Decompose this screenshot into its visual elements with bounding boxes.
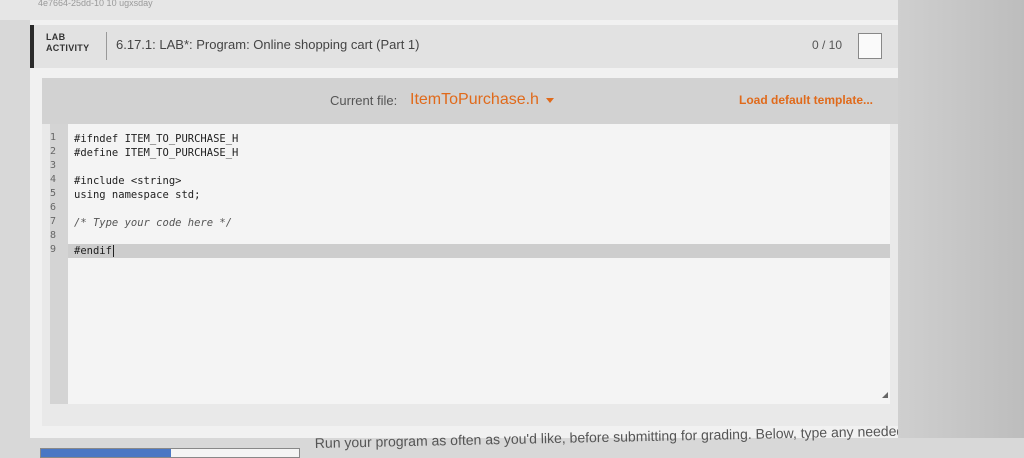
line-number: 1: [49, 132, 56, 143]
code-line-active[interactable]: 9 #endif: [50, 244, 890, 258]
header-divider: [106, 32, 107, 60]
score-text: 0 / 10: [812, 38, 843, 52]
line-number: 5: [49, 188, 56, 199]
code-line-text: #include <string>: [74, 175, 182, 187]
line-number: 7: [49, 216, 56, 227]
code-editor-panel: Current file: ItemToPurchase.h Load defa…: [42, 78, 902, 426]
lab-title: 6.17.1: LAB*: Program: Online shopping c…: [116, 37, 420, 52]
right-shadow-area: [898, 0, 1024, 438]
code-line-text: /* Type your code here */: [74, 217, 233, 229]
code-line-text: #ifndef ITEM_TO_PURCHASE_H: [74, 133, 239, 145]
line-number: 2: [49, 146, 56, 157]
lab-activity-card: LAB ACTIVITY 6.17.1: LAB*: Program: Onli…: [30, 20, 904, 458]
line-number: 8: [49, 230, 56, 241]
code-line-text: #endif: [68, 244, 114, 258]
lab-tag-line1: LAB: [46, 32, 66, 42]
lab-activity-tag: LAB ACTIVITY: [46, 32, 89, 54]
code-line[interactable]: 2 #define ITEM_TO_PURCHASE_H: [50, 146, 890, 160]
instructions-text: Run your program as often as you'd like,…: [314, 422, 905, 451]
line-number: 4: [49, 174, 56, 185]
code-line[interactable]: 4 #include <string>: [50, 174, 890, 188]
lab-tag-line2: ACTIVITY: [46, 43, 90, 53]
code-input[interactable]: 1 #ifndef ITEM_TO_PURCHASE_H 2 #define I…: [50, 124, 890, 404]
line-number: 9: [49, 244, 56, 255]
current-file-label: Current file:: [330, 93, 398, 108]
lab-header: LAB ACTIVITY 6.17.1: LAB*: Program: Onli…: [30, 25, 898, 68]
current-file-dropdown[interactable]: ItemToPurchase.h: [410, 91, 539, 109]
code-line[interactable]: 7 /* Type your code here */: [50, 216, 890, 230]
id-text: 4e7664-25dd-10 10 ugxsday: [38, 0, 153, 8]
code-line-text: using namespace std;: [74, 189, 201, 201]
code-line[interactable]: 1 #ifndef ITEM_TO_PURCHASE_H: [50, 132, 890, 146]
bottom-button-segment: [171, 449, 299, 457]
chevron-down-icon[interactable]: [546, 98, 554, 103]
code-line-content: #endif: [74, 245, 112, 257]
line-number: 6: [49, 202, 56, 213]
code-line[interactable]: 5 using namespace std;: [50, 188, 890, 202]
text-cursor: [112, 245, 114, 257]
code-line[interactable]: 3: [50, 160, 890, 174]
line-number: 3: [49, 160, 56, 171]
code-line[interactable]: 6: [50, 202, 890, 216]
code-line-text: #define ITEM_TO_PURCHASE_H: [74, 147, 239, 159]
code-line[interactable]: 8: [50, 230, 890, 244]
load-default-template-button[interactable]: Load default template...: [739, 93, 873, 107]
score-badge-icon: [858, 33, 882, 59]
resize-handle-icon[interactable]: [882, 392, 888, 398]
bottom-button[interactable]: [40, 448, 300, 458]
browser-top-strip: 4e7664-25dd-10 10 ugxsday: [0, 0, 1024, 20]
file-bar: Current file: ItemToPurchase.h Load defa…: [42, 78, 902, 124]
